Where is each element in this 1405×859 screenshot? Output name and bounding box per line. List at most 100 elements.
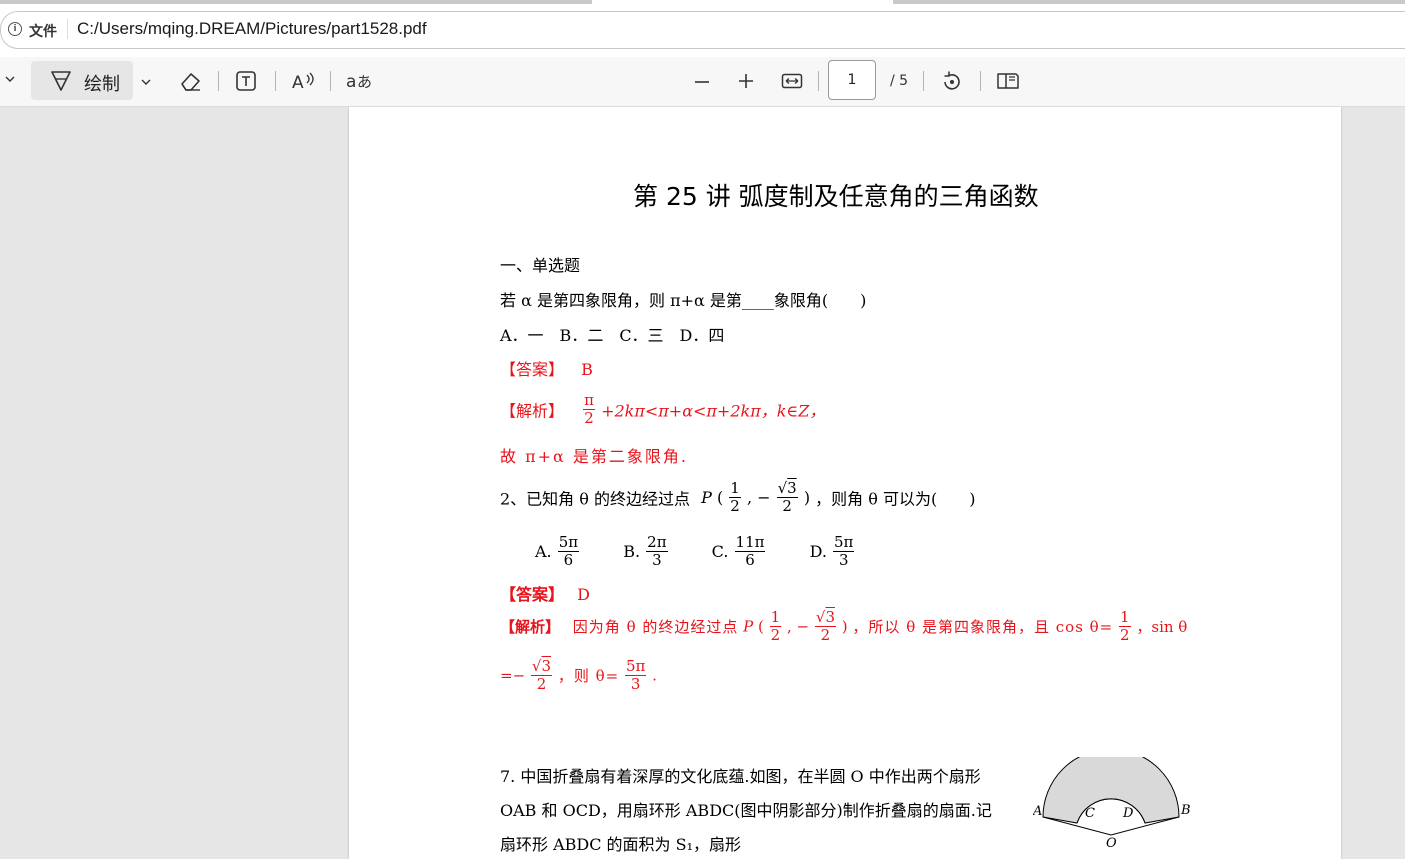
- fraction-numerator: π: [583, 391, 595, 410]
- fraction-denominator: 2: [730, 497, 740, 515]
- fraction: 1 2: [769, 608, 782, 644]
- point-label: P: [701, 488, 712, 507]
- fraction-numerator: 1: [729, 479, 741, 498]
- answer-label: 【答案】: [500, 360, 565, 379]
- fraction-denominator: 3: [838, 551, 849, 569]
- option-b-label: B.: [623, 542, 641, 561]
- svg-text:A: A: [292, 73, 304, 92]
- analysis-text: ，sin θ: [1136, 618, 1188, 636]
- label-b: B: [1180, 803, 1191, 818]
- chevron-down-icon[interactable]: [140, 76, 152, 88]
- fraction-denominator: 2: [820, 626, 831, 644]
- text-box-icon[interactable]: [235, 70, 257, 92]
- pdf-viewer[interactable]: 第 25 讲 弧度制及任意角的三角函数 一、单选题 若 α 是第四象限角，则 π…: [0, 107, 1405, 859]
- fraction-denominator: 2: [1120, 626, 1130, 644]
- svg-text:あ: あ: [357, 73, 372, 91]
- translate-icon[interactable]: aあ: [346, 69, 374, 93]
- page-number-input[interactable]: 1: [828, 60, 876, 100]
- eraser-icon[interactable]: [179, 70, 203, 92]
- fraction-denominator: 2: [770, 626, 781, 644]
- label-d: D: [1122, 806, 1134, 821]
- fraction-denominator: 2: [536, 675, 547, 693]
- tab[interactable]: [0, 0, 592, 4]
- fraction: √3 2: [814, 608, 836, 644]
- page-view-icon[interactable]: [996, 71, 1020, 91]
- question-7-line-3: 扇环形 ABDC 的面积为 S₁，扇形: [500, 835, 742, 854]
- divider: [330, 71, 331, 91]
- analysis-text: ，则 θ=: [557, 667, 620, 685]
- page-total: / 5: [890, 73, 909, 89]
- option-b-fraction: 2π 3: [646, 533, 668, 569]
- zoom-out-icon[interactable]: [694, 80, 710, 84]
- read-aloud-icon[interactable]: A: [291, 70, 317, 92]
- option-a-fraction: 5π 6: [557, 533, 580, 569]
- address-bar: i 文件 C:/Users/mqing.DREAM/Pictures/part1…: [0, 7, 1405, 57]
- fraction-denominator: 3: [652, 551, 662, 569]
- fraction-denominator: 6: [745, 551, 755, 569]
- fraction-numerator: 1: [1119, 608, 1131, 627]
- tab[interactable]: [893, 0, 1405, 4]
- fraction-denominator: 2: [782, 497, 792, 515]
- pdf-page: 第 25 讲 弧度制及任意角的三角函数 一、单选题 若 α 是第四象限角，则 π…: [349, 107, 1341, 859]
- question-options: A．一 B．二 C．三 D．四: [500, 326, 725, 345]
- divider: [980, 71, 981, 91]
- divider: [67, 19, 68, 39]
- sqrt-radicand: 3: [541, 657, 552, 675]
- section-heading: 一、单选题: [500, 256, 581, 275]
- tab-strip: [0, 0, 1405, 7]
- question-2-stem: 2、已知角 θ 的终边经过点 P ( 1 2 , − √3 2 ) ，则角 θ …: [500, 479, 976, 515]
- fan-figure: A B C D O: [1032, 748, 1193, 851]
- label-o: O: [1106, 836, 1117, 847]
- question-2-options: A. 5π 6 B. 2π 3 C. 11π 6 D. 5π 3: [535, 535, 855, 568]
- divider: [923, 71, 924, 91]
- analysis-label: 【解析】: [500, 401, 565, 421]
- file-scheme-label[interactable]: 文件: [29, 21, 57, 41]
- chevron-down-icon[interactable]: [4, 73, 16, 85]
- question-stem: 若 α 是第四象限角，则 π+α 是第____象限角( ): [500, 291, 867, 310]
- fraction-numerator: 2π: [646, 533, 668, 552]
- fraction-numerator: 5π: [557, 533, 580, 552]
- page-title: 第 25 讲 弧度制及任意角的三角函数: [633, 182, 1039, 211]
- divider: [218, 71, 219, 91]
- question-7-line-2: OAB 和 OCD，用扇环形 ABDC(图中阴影部分)制作折叠扇的扇面.记: [500, 801, 992, 820]
- label-a: A: [1033, 804, 1042, 819]
- answer-label: 【答案】: [500, 585, 565, 604]
- fraction: √3 2: [530, 657, 553, 693]
- fraction: 5π 3: [624, 657, 647, 693]
- analysis-text: =−: [500, 666, 526, 685]
- analysis-text: +2kπ<π+α<π+2kπ，k∈Z，: [601, 401, 826, 421]
- point-label: P: [743, 617, 754, 636]
- answer-value: D: [577, 585, 590, 604]
- option-d-fraction: 5π 3: [833, 533, 855, 569]
- zoom-in-icon[interactable]: [738, 73, 754, 89]
- answer-value: B: [581, 360, 593, 379]
- fraction: √3 2: [776, 479, 798, 515]
- option-a-label: A.: [535, 542, 552, 561]
- analysis-line-2: =− √3 2 ，则 θ= 5π 3 .: [500, 659, 657, 692]
- rotate-icon[interactable]: [940, 70, 964, 94]
- fraction-numerator: 5π: [624, 657, 647, 676]
- option-c-label: C.: [711, 542, 729, 561]
- option-c-fraction: 11π 6: [734, 535, 766, 569]
- label-c: C: [1085, 806, 1095, 821]
- info-icon[interactable]: i: [8, 22, 22, 36]
- analysis-label: 【解析】: [500, 618, 561, 636]
- divider: [818, 71, 819, 91]
- draw-icon: [50, 69, 72, 93]
- analysis-text: .: [652, 666, 657, 685]
- draw-label: 绘制: [84, 74, 120, 95]
- analysis-text: 因为角 θ 的终边经过点: [572, 618, 739, 636]
- fraction-denominator: 3: [630, 675, 641, 693]
- fraction-numerator: 1: [769, 608, 782, 627]
- svg-text:a: a: [346, 72, 356, 92]
- url-text[interactable]: C:/Users/mqing.DREAM/Pictures/part1528.p…: [77, 19, 427, 39]
- fraction-denominator: 6: [563, 551, 574, 569]
- fraction: 1 2: [729, 481, 741, 514]
- pdf-toolbar: 绘制 A aあ 1 / 5: [0, 57, 1405, 107]
- analysis-line: 【解析】 因为角 θ 的终边经过点 P ( 1 2 , − √3 2 ) ，所以…: [500, 608, 1188, 644]
- divider: [275, 71, 276, 91]
- fraction: 1 2: [1119, 610, 1131, 643]
- fraction-numerator: 5π: [833, 533, 855, 552]
- question-2-prefix: 2、已知角 θ 的终边经过点: [500, 489, 690, 509]
- fit-width-icon[interactable]: [781, 72, 803, 90]
